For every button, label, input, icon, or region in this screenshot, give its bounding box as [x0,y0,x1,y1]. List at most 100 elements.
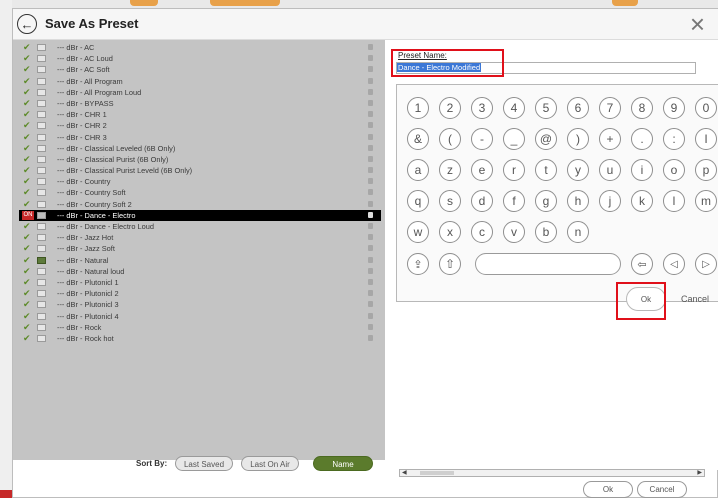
key-x[interactable]: x [439,221,461,243]
key-sym[interactable]: @ [535,128,557,150]
preset-list-item[interactable]: ✔ --- dBr - Plutonicl 2 [19,288,381,299]
preset-list-item[interactable]: ✔ --- dBr - Plutonicl 1 [19,277,381,288]
key-sym[interactable]: : [663,128,685,150]
horizontal-scrollbar[interactable]: ◀ ▶ [399,469,705,477]
preset-list-item[interactable]: ✔ --- dBr - All Program [19,76,381,87]
key-s[interactable]: s [439,190,461,212]
key-q[interactable]: q [407,190,429,212]
key-sym[interactable]: - [471,128,493,150]
lock-icon [368,189,373,196]
preset-list-item[interactable]: ✔ --- dBr - All Program Loud [19,87,381,98]
shift-icon[interactable]: ⇧ [439,253,461,275]
preset-list-item[interactable]: ✔ --- dBr - BYPASS [19,98,381,109]
preset-list-item[interactable]: ✔ --- dBr - CHR 2 [19,120,381,131]
sort-last-saved-button[interactable]: Last Saved [175,456,233,471]
key-w[interactable]: w [407,221,429,243]
preset-label: --- dBr - Classical Purist (6B Only) [57,154,169,164]
key-k[interactable]: k [631,190,653,212]
cursor-right-icon[interactable]: ▷ [695,253,717,275]
key-0[interactable]: 0 [695,97,717,119]
space-key[interactable] [475,253,621,275]
key-5[interactable]: 5 [535,97,557,119]
key-p[interactable]: p [695,159,717,181]
key-c[interactable]: c [471,221,493,243]
key-7[interactable]: 7 [599,97,621,119]
key-l[interactable]: l [663,190,685,212]
key-b[interactable]: b [535,221,557,243]
key-3[interactable]: 3 [471,97,493,119]
sort-name-button[interactable]: Name [313,456,373,471]
preset-list-item[interactable]: ✔ --- dBr - Country [19,176,381,187]
preset-list-item[interactable]: ✔ --- dBr - AC Soft [19,64,381,75]
keyboard-cancel-button[interactable]: Cancel [681,294,709,304]
backspace-icon[interactable]: ⇦ [631,253,653,275]
ok-button[interactable]: Ok [583,481,633,498]
checkmark-icon: ✔ [23,276,31,287]
preset-list-item[interactable]: ✔ --- dBr - Natural [19,255,381,266]
scroll-right-icon[interactable]: ▶ [697,469,702,476]
key-4[interactable]: 4 [503,97,525,119]
key-o[interactable]: o [663,159,685,181]
sort-last-on-air-button[interactable]: Last On Air [241,456,299,471]
key-f[interactable]: f [503,190,525,212]
preset-list-item[interactable]: ✔ --- dBr - Dance - Electro Loud [19,221,381,232]
key-sym[interactable]: ) [567,128,589,150]
preset-list-item[interactable]: ✔ --- dBr - Country Soft 2 [19,199,381,210]
preset-list-item[interactable]: ✔ --- dBr - Rock hot [19,333,381,344]
lock-icon [368,234,373,241]
preset-list-item[interactable]: ✔ --- dBr - Classical Purist Leveld (6B O… [19,165,381,176]
key-9[interactable]: 9 [663,97,685,119]
cursor-left-icon[interactable]: ◁ [663,253,685,275]
close-icon[interactable]: × [690,11,705,37]
key-6[interactable]: 6 [567,97,589,119]
key-y[interactable]: y [567,159,589,181]
cancel-button[interactable]: Cancel [637,481,687,498]
key-j[interactable]: j [599,190,621,212]
key-n[interactable]: n [567,221,589,243]
key-d[interactable]: d [471,190,493,212]
key-i[interactable]: i [631,159,653,181]
preset-list-item[interactable]: ✔ --- dBr - Country Soft [19,187,381,198]
caps-lock-icon[interactable]: ⇪ [407,253,429,275]
key-t[interactable]: t [535,159,557,181]
preset-list-item[interactable]: ✔ --- dBr - CHR 1 [19,109,381,120]
preset-list-item[interactable]: ✔ --- dBr - Classical Leveled (6B Only) [19,143,381,154]
key-1[interactable]: 1 [407,97,429,119]
key-I[interactable]: I [695,128,717,150]
preset-list-item[interactable]: ✔ --- dBr - Classical Purist (6B Only) [19,154,381,165]
key-h[interactable]: h [567,190,589,212]
key-sym[interactable]: + [599,128,621,150]
key-sym[interactable]: & [407,128,429,150]
back-button[interactable]: ← [17,14,37,34]
preset-list-item[interactable]: ✔ --- dBr - CHR 3 [19,132,381,143]
key-sym[interactable]: _ [503,128,525,150]
key-z[interactable]: z [439,159,461,181]
key-u[interactable]: u [599,159,621,181]
checkmark-icon: ✔ [23,153,31,164]
key-a[interactable]: a [407,159,429,181]
key-sym[interactable]: ( [439,128,461,150]
preset-type-icon [37,256,46,264]
preset-list-item[interactable]: ✔ --- dBr - Plutonicl 4 [19,311,381,322]
scroll-left-icon[interactable]: ◀ [402,469,407,476]
preset-list-item[interactable]: ✔ --- dBr - Rock [19,322,381,333]
key-v[interactable]: v [503,221,525,243]
key-sym[interactable]: . [631,128,653,150]
key-r[interactable]: r [503,159,525,181]
preset-list-item[interactable]: ✔ --- dBr - AC Loud [19,53,381,64]
preset-label: --- dBr - All Program [57,76,123,86]
preset-label: --- dBr - Classical Leveled (6B Only) [57,143,176,153]
key-g[interactable]: g [535,190,557,212]
preset-type-icon [37,55,46,63]
preset-list-item[interactable]: ✔ --- dBr - Natural loud [19,266,381,277]
key-m[interactable]: m [695,190,717,212]
key-e[interactable]: e [471,159,493,181]
key-2[interactable]: 2 [439,97,461,119]
preset-list-item[interactable]: ON --- dBr - Dance - Electro [19,209,381,221]
preset-list-item[interactable]: ✔ --- dBr - Plutonicl 3 [19,299,381,310]
key-8[interactable]: 8 [631,97,653,119]
preset-list-item[interactable]: ✔ --- dBr - AC [19,42,381,53]
preset-list-item[interactable]: ✔ --- dBr - Jazz Soft [19,243,381,254]
scrollbar-thumb[interactable] [420,471,454,475]
preset-list-item[interactable]: ✔ --- dBr - Jazz Hot [19,232,381,243]
